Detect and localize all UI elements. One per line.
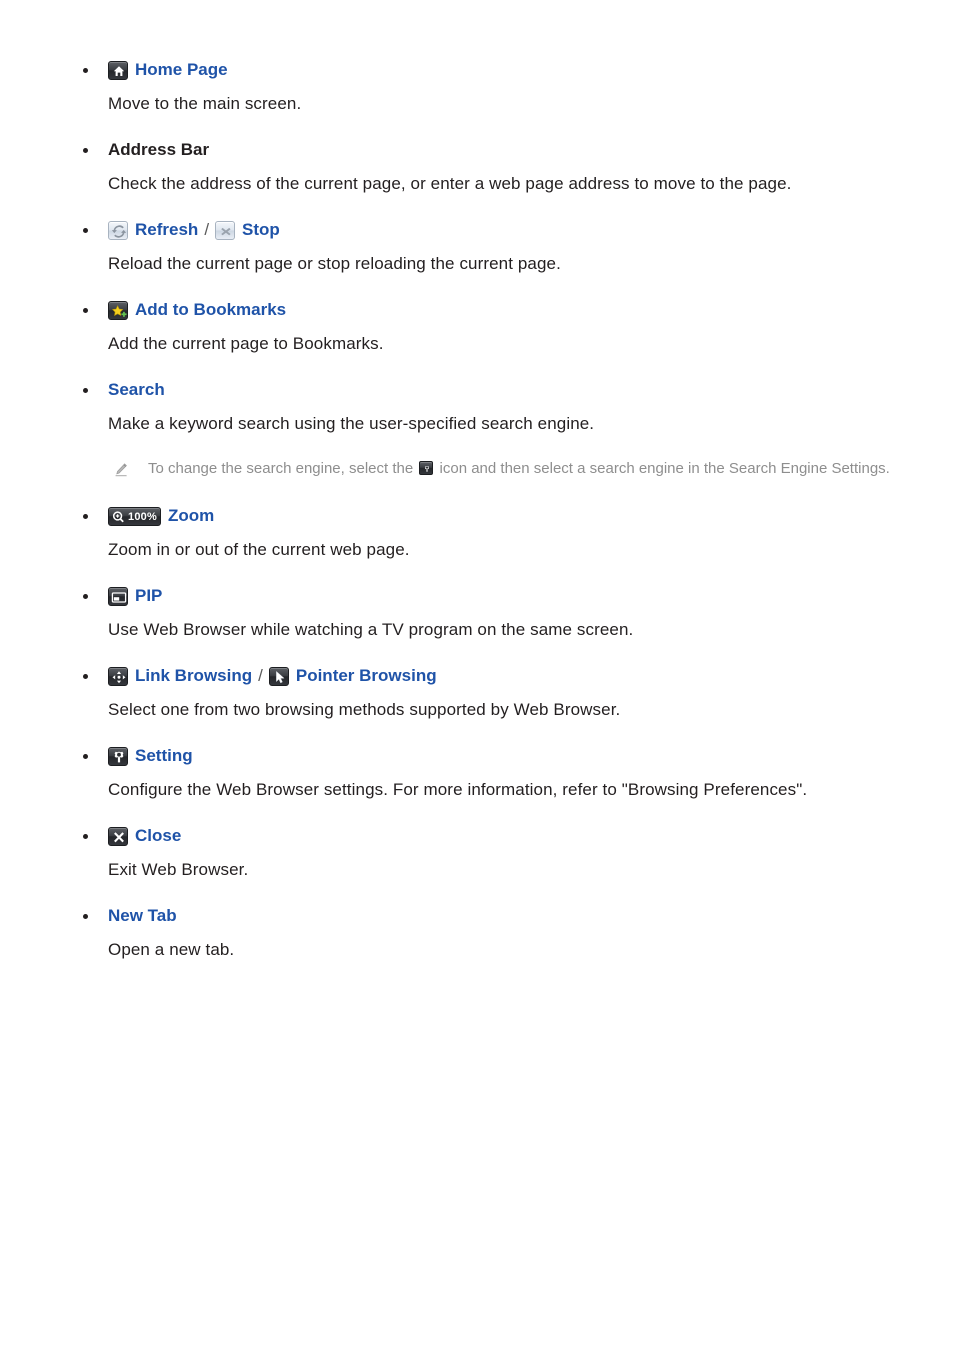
term-label[interactable]: Setting [135,744,193,768]
list-item-search: Search Make a keyword search using the u… [60,378,894,482]
zoom-100-badge-icon: 100% [108,506,161,526]
term-label[interactable]: PIP [135,584,162,608]
term-line-pip: PIP [108,584,894,608]
add-bookmark-star-icon [108,300,128,320]
term-label[interactable]: Search [108,378,165,402]
description: Add the current page to Bookmarks. [108,334,384,353]
four-way-arrow-icon [108,666,128,686]
term-separator: / [204,220,210,239]
list-item-new-tab: New Tab Open a new tab. [60,904,894,962]
bullet-marker [83,68,88,73]
bullet-marker [83,834,88,839]
term-label-link-browsing[interactable]: Link Browsing [135,664,252,688]
zoom-level-label: 100% [128,510,157,523]
bullet-marker [83,594,88,599]
feature-list: Home Page Move to the main screen. Addre… [60,58,894,962]
term-label-pointer-browsing[interactable]: Pointer Browsing [296,664,437,688]
description: Make a keyword search using the user-spe… [108,414,595,433]
term-line-refresh-stop: Refresh / Stop [108,218,894,242]
bullet-marker [83,914,88,919]
term-line-new-tab: New Tab [108,904,894,928]
gear-icon [419,461,434,475]
refresh-icon [108,220,128,240]
gear-icon [108,746,128,766]
bullet-marker [83,514,88,519]
term-label[interactable]: Add to Bookmarks [135,298,286,322]
term-label[interactable]: Zoom [168,504,214,528]
description: Zoom in or out of the current web page. [108,540,410,559]
term-line-add-to-bookmarks: Add to Bookmarks [108,298,894,322]
close-x-icon [108,826,128,846]
description: Reload the current page or stop reloadin… [108,254,561,273]
term-line-zoom: 100% Zoom [108,504,894,528]
bullet-marker [83,388,88,393]
term-line-search: Search [108,378,894,402]
term-separator: / [258,666,263,685]
note-text-before: To change the search engine, select the [148,460,414,477]
list-item-home-page: Home Page Move to the main screen. [60,58,894,116]
term-line-close: Close [108,824,894,848]
list-item-setting: Setting Configure the Web Browser settin… [60,744,894,802]
bullet-marker [83,228,88,233]
term-label: Address Bar [108,140,210,159]
term-line-browsing-methods: Link Browsing / Pointer Browsing [108,664,894,688]
term-label[interactable]: Close [135,824,181,848]
term-label[interactable]: Home Page [135,58,228,82]
list-item-add-to-bookmarks: Add to Bookmarks Add the current page to… [60,298,894,356]
term-label[interactable]: New Tab [108,904,177,928]
description: Open a new tab. [108,940,235,959]
mouse-pointer-icon [268,666,289,686]
home-icon [108,60,128,80]
term-label-stop[interactable]: Stop [242,218,280,242]
note-text: To change the search engine, select the … [148,458,894,479]
term-label-refresh[interactable]: Refresh [135,218,198,242]
note-search-engine: To change the search engine, select the … [108,458,894,482]
stop-icon [215,220,236,240]
bullet-marker [83,754,88,759]
description: Check the address of the current page, o… [108,174,792,193]
pencil-note-icon [112,461,130,479]
term-line-home-page: Home Page [108,58,894,82]
description: Exit Web Browser. [108,860,249,879]
description: Move to the main screen. [108,94,302,113]
list-item-zoom: 100% Zoom Zoom in or out of the current … [60,504,894,562]
list-item-pip: PIP Use Web Browser while watching a TV … [60,584,894,642]
list-item-close: Close Exit Web Browser. [60,824,894,882]
list-item-browsing-methods: Link Browsing / Pointer Browsing Select … [60,664,894,722]
list-item-refresh-stop: Refresh / Stop Reload the current page o… [60,218,894,276]
description: Use Web Browser while watching a TV prog… [108,620,634,639]
pip-icon [108,586,128,606]
list-item-address-bar: Address Bar Check the address of the cur… [60,138,894,196]
bullet-marker [83,674,88,679]
description: Select one from two browsing methods sup… [108,700,621,719]
note-text-after: icon and then select a search engine in … [439,460,890,477]
description: Configure the Web Browser settings. For … [108,780,808,799]
term-line-setting: Setting [108,744,894,768]
bullet-marker [83,308,88,313]
term-line-address-bar: Address Bar [108,138,894,162]
manual-page: Home Page Move to the main screen. Addre… [0,0,954,1350]
bullet-marker [83,148,88,153]
